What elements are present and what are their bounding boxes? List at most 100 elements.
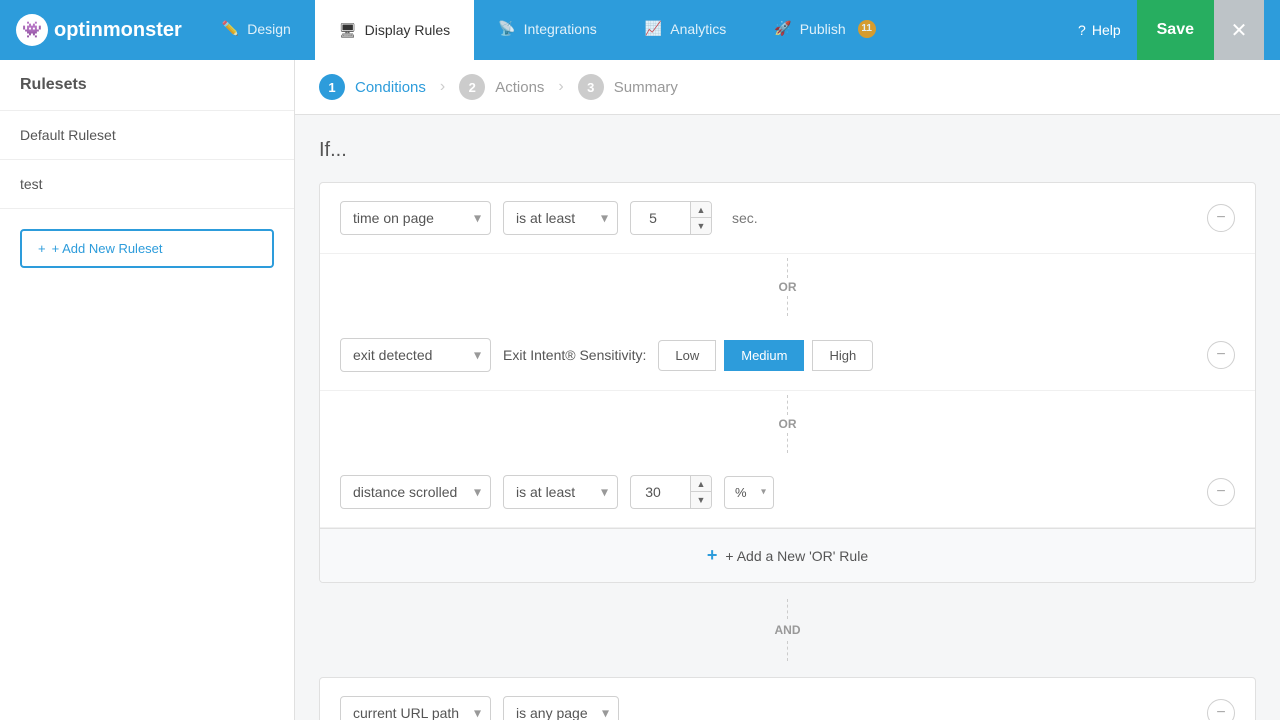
tab-analytics[interactable]: 📈 Analytics xyxy=(621,0,750,60)
condition-select-scroll[interactable]: time on page exit detected distance scro… xyxy=(340,475,491,509)
display-rules-icon: 🖥 xyxy=(339,22,357,39)
and-rule-group: time on page exit detected distance scro… xyxy=(319,677,1256,720)
remove-url-rule-button[interactable]: − xyxy=(1207,699,1235,720)
or-line-top-1 xyxy=(787,258,788,278)
main-layout: Rulesets Default Ruleset test + + Add Ne… xyxy=(0,60,1280,720)
scroll-value-input[interactable] xyxy=(630,475,690,509)
remove-exit-icon: − xyxy=(1216,346,1225,364)
tab-design-label: Design xyxy=(247,21,291,37)
top-navigation: 👾 optinmonster ✏️ Design 🖥 Display Rules… xyxy=(0,0,1280,60)
operator-select-url[interactable]: is any page contains is exactly xyxy=(503,696,619,720)
nav-tabs: ✏️ Design 🖥 Display Rules 📡 Integrations… xyxy=(198,0,1062,60)
analytics-icon: 📈 xyxy=(645,20,662,37)
condition-select-scroll-wrapper: time on page exit detected distance scro… xyxy=(340,475,491,509)
add-ruleset-label: + Add New Ruleset xyxy=(52,241,163,256)
scroll-decrement-button[interactable]: ▼ xyxy=(691,492,711,508)
tab-integrations[interactable]: 📡 Integrations xyxy=(474,0,621,60)
sidebar-item-test[interactable]: test xyxy=(0,160,294,209)
step-conditions[interactable]: 1 Conditions xyxy=(319,74,426,100)
or-rule-group: time on page exit detected distance scro… xyxy=(319,182,1256,583)
remove-scroll-icon: − xyxy=(1216,483,1225,501)
publish-icon: 🚀 xyxy=(774,20,791,37)
operator-select-url-wrapper: is any page contains is exactly xyxy=(503,696,619,720)
operator-select-scroll-wrapper: is at least is less than xyxy=(503,475,618,509)
tab-publish[interactable]: 🚀 Publish 11 xyxy=(750,0,899,60)
step-2-label: Actions xyxy=(495,79,544,96)
close-button[interactable]: ✕ xyxy=(1214,0,1264,60)
help-button[interactable]: ? Help xyxy=(1062,22,1137,38)
scroll-value-group: ▲ ▼ xyxy=(630,475,712,509)
or-line-bottom-2 xyxy=(787,433,788,453)
scroll-increment-button[interactable]: ▲ xyxy=(691,476,711,492)
integrations-icon: 📡 xyxy=(498,20,515,37)
or-line-top-2 xyxy=(787,395,788,415)
logo-icon: 👾 xyxy=(16,14,48,46)
tab-display-rules-label: Display Rules xyxy=(365,22,451,38)
time-increment-button[interactable]: ▲ xyxy=(691,202,711,218)
and-text: AND xyxy=(775,619,801,641)
step-3-circle: 3 xyxy=(578,74,604,100)
operator-select-time[interactable]: is at least is less than xyxy=(503,201,618,235)
save-button[interactable]: Save xyxy=(1137,0,1214,60)
logo[interactable]: 👾 optinmonster xyxy=(16,14,182,46)
logo-text: optinmonster xyxy=(54,19,182,42)
tab-analytics-label: Analytics xyxy=(670,21,726,37)
condition-select-url[interactable]: time on page exit detected distance scro… xyxy=(340,696,491,720)
operator-select-time-wrapper: is at least is less than xyxy=(503,201,618,235)
if-label: If... xyxy=(319,139,1256,162)
rule-row-scroll: time on page exit detected distance scro… xyxy=(320,457,1255,528)
sensitivity-label: Exit Intent® Sensitivity: xyxy=(503,347,646,363)
step-actions[interactable]: 2 Actions xyxy=(459,74,544,100)
sensitivity-high-button[interactable]: High xyxy=(812,340,873,371)
sensitivity-low-button[interactable]: Low xyxy=(658,340,716,371)
remove-time-icon: − xyxy=(1216,209,1225,227)
help-label: Help xyxy=(1092,22,1121,38)
step-arrow-2: › xyxy=(558,78,563,96)
condition-select-time-wrapper: time on page exit detected distance scro… xyxy=(340,201,491,235)
time-spinners: ▲ ▼ xyxy=(690,201,712,235)
scroll-spinners: ▲ ▼ xyxy=(690,475,712,509)
help-icon: ? xyxy=(1078,22,1086,38)
tab-display-rules[interactable]: 🖥 Display Rules xyxy=(315,0,474,60)
content-area: If... time on page exit detected distanc… xyxy=(295,115,1280,720)
rule-row-url: time on page exit detected distance scro… xyxy=(320,678,1255,720)
rule-row-exit: time on page exit detected distance scro… xyxy=(320,320,1255,391)
time-decrement-button[interactable]: ▼ xyxy=(691,218,711,234)
time-unit-label: sec. xyxy=(732,210,758,226)
step-3-label: Summary xyxy=(614,79,678,96)
time-value-input[interactable] xyxy=(630,201,690,235)
scroll-unit-select[interactable]: % px xyxy=(724,476,774,509)
sidebar-item-default[interactable]: Default Ruleset xyxy=(0,111,294,160)
and-line-bottom xyxy=(787,641,788,661)
remove-scroll-rule-button[interactable]: − xyxy=(1207,478,1235,506)
tab-integrations-label: Integrations xyxy=(524,21,597,37)
sidebar-title: Rulesets xyxy=(0,60,294,111)
or-divider-1: OR xyxy=(320,254,1255,320)
main-content: 1 Conditions › 2 Actions › 3 Summary If.… xyxy=(295,60,1280,720)
or-text-2: OR xyxy=(779,415,797,433)
operator-select-scroll[interactable]: is at least is less than xyxy=(503,475,618,509)
add-or-plus-icon: + xyxy=(707,545,718,566)
step-summary[interactable]: 3 Summary xyxy=(578,74,678,100)
and-divider: AND xyxy=(319,583,1256,677)
remove-exit-rule-button[interactable]: − xyxy=(1207,341,1235,369)
tab-design[interactable]: ✏️ Design xyxy=(198,0,315,60)
condition-select-exit[interactable]: time on page exit detected distance scro… xyxy=(340,338,491,372)
publish-badge: 11 xyxy=(858,20,876,38)
sensitivity-medium-button[interactable]: Medium xyxy=(724,340,804,371)
or-text-1: OR xyxy=(779,278,797,296)
step-1-circle: 1 xyxy=(319,74,345,100)
condition-select-url-wrapper: time on page exit detected distance scro… xyxy=(340,696,491,720)
step-1-label: Conditions xyxy=(355,79,426,96)
add-ruleset-plus-icon: + xyxy=(38,241,46,256)
remove-time-rule-button[interactable]: − xyxy=(1207,204,1235,232)
add-or-rule-button[interactable]: + + Add a New 'OR' Rule xyxy=(320,528,1255,582)
step-arrow-1: › xyxy=(440,78,445,96)
add-ruleset-button[interactable]: + + Add New Ruleset xyxy=(20,229,274,268)
and-line-top xyxy=(787,599,788,619)
tab-publish-label: Publish xyxy=(800,21,846,37)
sensitivity-group: Exit Intent® Sensitivity: Low Medium Hig… xyxy=(503,340,873,371)
rule-row-time: time on page exit detected distance scro… xyxy=(320,183,1255,254)
add-or-label: + Add a New 'OR' Rule xyxy=(725,548,868,564)
condition-select-time[interactable]: time on page exit detected distance scro… xyxy=(340,201,491,235)
